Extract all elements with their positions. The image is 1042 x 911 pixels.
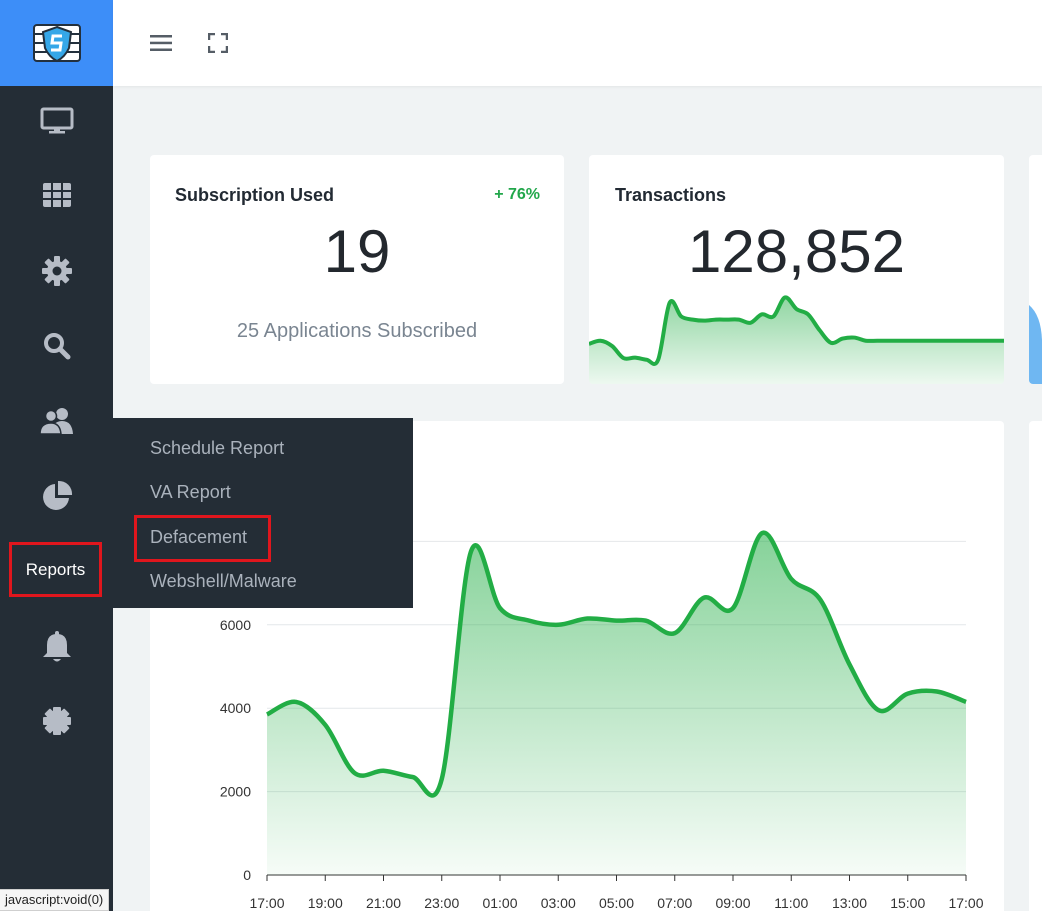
fullscreen-button[interactable] <box>203 28 233 58</box>
sidebar-item-reports[interactable]: Reports <box>9 542 102 597</box>
reports-submenu: Schedule Report VA Report Defacement Web… <box>113 418 413 608</box>
subscription-subtitle: 25 Applications Subscribed <box>236 320 478 342</box>
y-tick-label: 4000 <box>220 700 251 716</box>
transactions-value: 128,852 <box>688 218 905 285</box>
sidebar-item-analytics[interactable] <box>0 476 113 516</box>
x-tick-label: 11:00 <box>774 895 808 911</box>
brand-logo[interactable] <box>0 0 113 86</box>
monitor-icon <box>40 107 73 134</box>
x-tick-label: 19:00 <box>308 895 343 911</box>
bell-icon <box>42 631 71 662</box>
x-tick-label: 09:00 <box>715 895 750 911</box>
subscription-title: Subscription Used <box>175 185 335 205</box>
sidebar: Reports <box>0 0 113 911</box>
sidebar-item-users[interactable] <box>0 401 113 441</box>
pie-chart-icon <box>42 480 72 510</box>
badge-gear-icon <box>42 707 71 735</box>
x-tick-label: 23:00 <box>424 895 459 911</box>
x-tick-label: 21:00 <box>366 895 401 911</box>
third-card-partial <box>1029 155 1042 384</box>
y-tick-label: 0 <box>243 867 251 883</box>
x-tick-label: 05:00 <box>599 895 634 911</box>
right-card-partial <box>1029 421 1042 911</box>
sidebar-item-search[interactable] <box>0 326 113 366</box>
menu-item-schedule-report[interactable]: Schedule Report <box>150 438 284 459</box>
x-tick-label: 17:00 <box>249 895 284 911</box>
browser-status-bar: javascript:void(0) <box>0 889 110 911</box>
gear-icon <box>41 256 72 286</box>
transactions-card: Transactions 128,852 <box>589 155 1004 384</box>
x-tick-label: 07:00 <box>657 895 692 911</box>
sidebar-item-configuration[interactable] <box>0 251 113 291</box>
subscription-growth-badge: + 76% <box>494 186 540 203</box>
sidebar-item-label: Reports <box>25 559 86 579</box>
menu-item-defacement[interactable]: Defacement <box>150 527 247 548</box>
search-icon <box>43 333 70 360</box>
users-icon <box>39 408 73 434</box>
sidebar-item-dashboard[interactable] <box>0 101 113 141</box>
subscription-card: Subscription Used + 76% 19 25 Applicatio… <box>150 155 564 384</box>
transactions-sparkline <box>589 295 1004 384</box>
sidebar-item-settings[interactable] <box>0 701 113 741</box>
menu-item-va-report[interactable]: VA Report <box>150 482 231 503</box>
x-tick-label: 01:00 <box>482 895 517 911</box>
y-tick-label: 6000 <box>220 617 251 633</box>
x-tick-label: 13:00 <box>832 895 867 911</box>
third-card-gauge-arc <box>1029 305 1042 384</box>
x-tick-label: 17:00 <box>948 895 983 911</box>
x-tick-label: 03:00 <box>541 895 576 911</box>
y-tick-label: 2000 <box>220 784 251 800</box>
grid-icon <box>42 183 71 207</box>
x-tick-label: 15:00 <box>890 895 925 911</box>
sidebar-item-alerts[interactable] <box>0 627 113 667</box>
menu-toggle-button[interactable] <box>146 28 176 58</box>
hamburger-menu-icon <box>150 35 172 51</box>
sidebar-item-applications[interactable] <box>0 175 113 215</box>
shield-firewall-logo-icon <box>32 24 81 63</box>
fullscreen-icon <box>208 33 228 53</box>
transactions-title: Transactions <box>615 185 727 205</box>
top-bar <box>113 0 1042 86</box>
subscription-value: 19 <box>323 218 391 285</box>
menu-item-webshell-malware[interactable]: Webshell/Malware <box>150 571 297 592</box>
